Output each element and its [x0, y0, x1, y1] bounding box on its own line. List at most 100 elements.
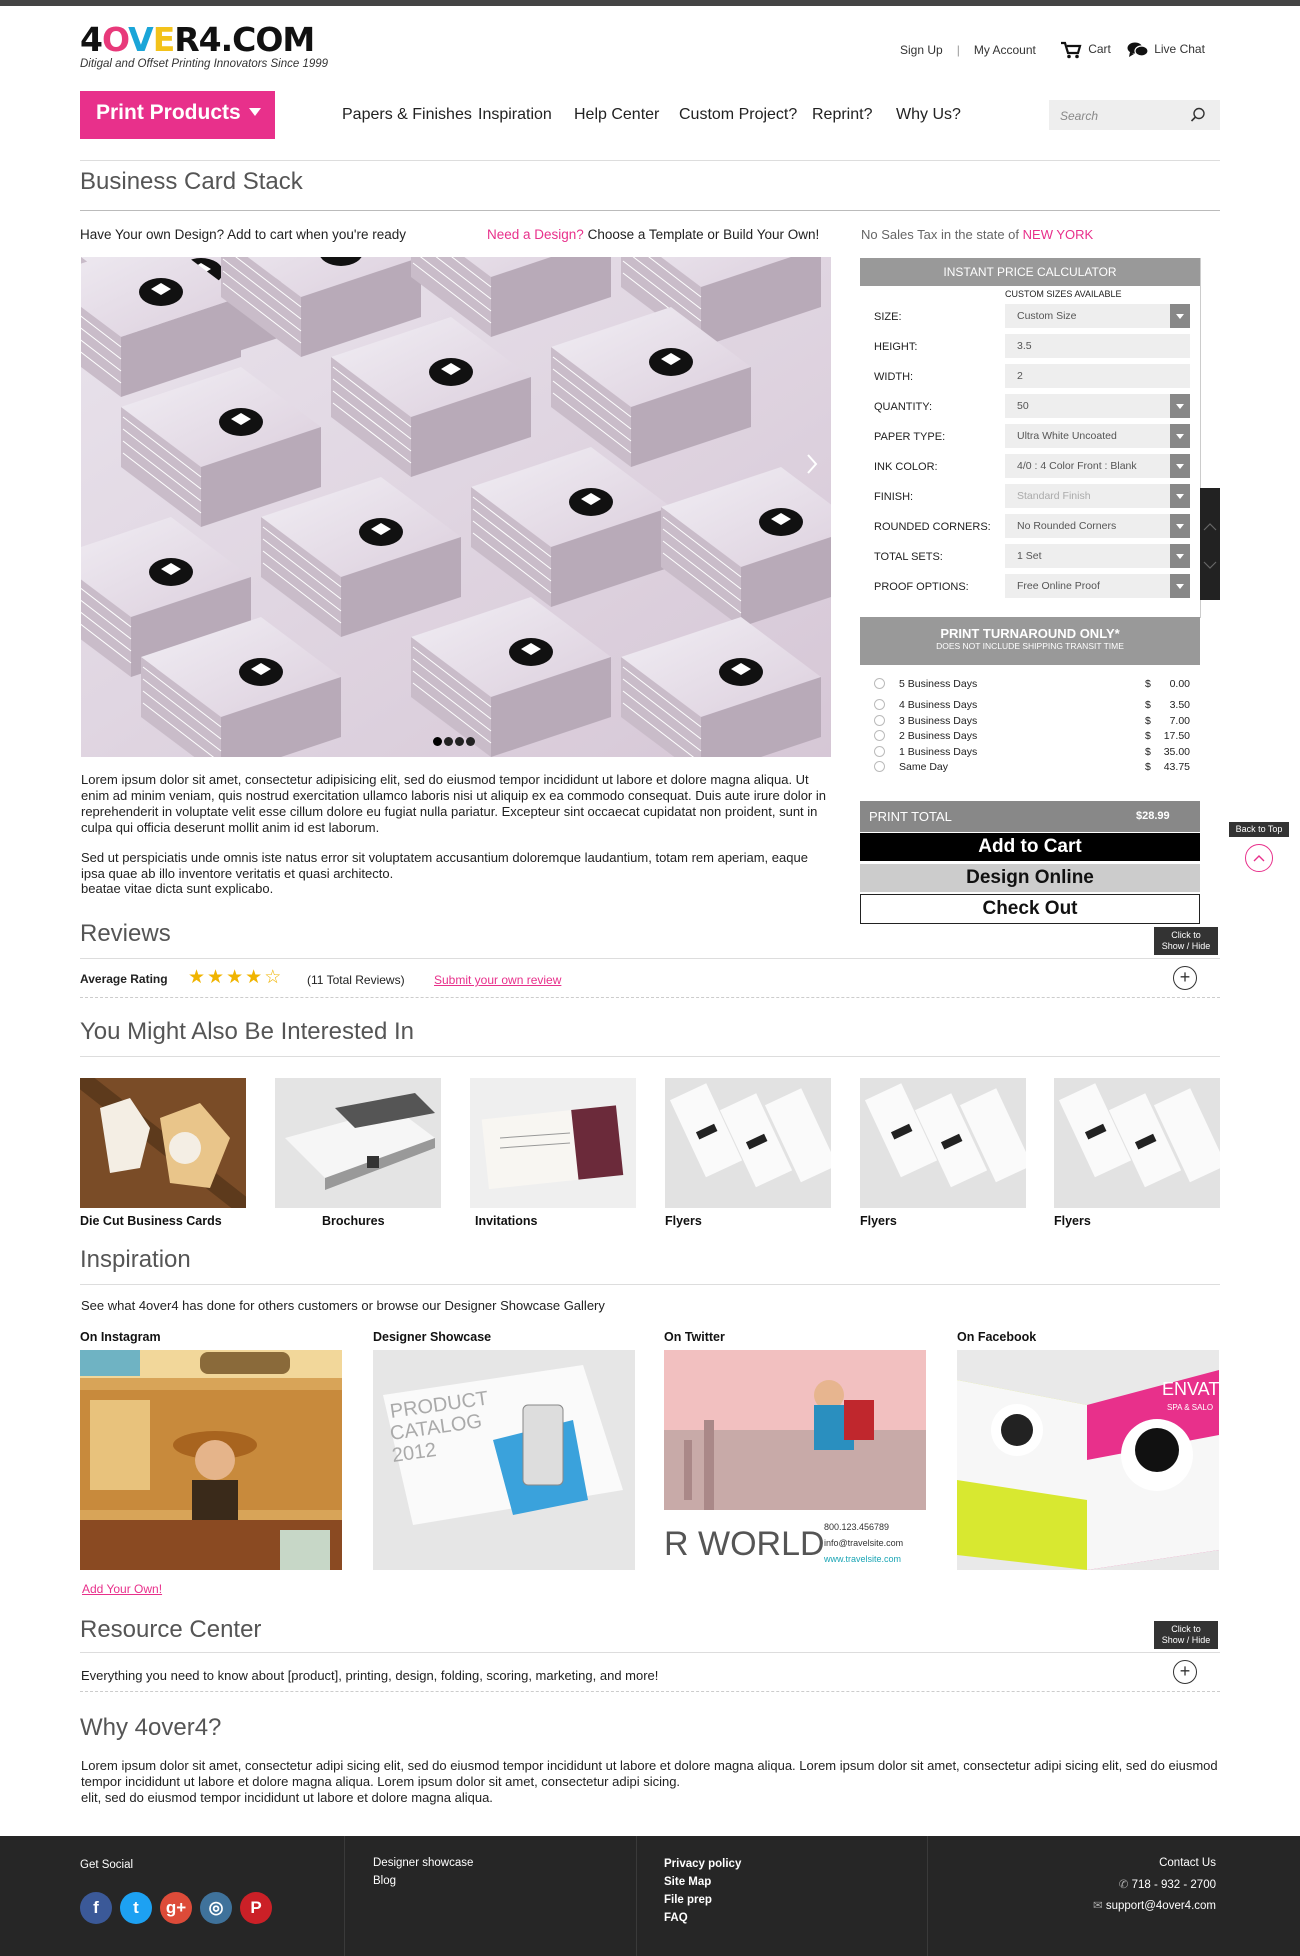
turnaround-header: PRINT TURNAROUND ONLY* DOES NOT INCLUDE … — [860, 617, 1200, 665]
slider-dot[interactable] — [433, 737, 442, 746]
twitter-image[interactable]: R WORLD 800.123.456789 info@travelsite.com… — [664, 1350, 926, 1570]
facebook-icon[interactable]: f — [80, 1892, 112, 1924]
check-out-button[interactable]: Check Out — [860, 894, 1200, 924]
nav-inspiration[interactable]: Inspiration — [478, 106, 552, 124]
calc-input[interactable]: 2 — [1005, 364, 1190, 388]
google-plus-icon[interactable]: g+ — [160, 1892, 192, 1924]
submit-review-link[interactable]: Submit your own review — [434, 973, 561, 987]
calc-field-label: SIZE: — [874, 311, 902, 323]
dropdown-arrow-icon[interactable] — [1170, 394, 1190, 418]
radio-button[interactable] — [874, 761, 885, 772]
my-account-link[interactable]: My Account — [974, 43, 1036, 57]
footer-link-blog[interactable]: Blog — [373, 1875, 473, 1887]
turnaround-option[interactable]: Same Day $43.75 — [860, 759, 1200, 777]
radio-button[interactable] — [874, 699, 885, 710]
turnaround-option[interactable]: 5 Business Days $0.00 — [860, 676, 1200, 694]
twitter-icon[interactable]: t — [120, 1892, 152, 1924]
die-cut-cards-image[interactable] — [80, 1078, 246, 1208]
resource-expand-button[interactable]: + — [1173, 1660, 1197, 1684]
signup-link[interactable]: Sign Up — [900, 43, 943, 57]
site-logo[interactable]: 4OVER4.COM Ditigal and Offset Printing I… — [80, 22, 350, 72]
flyers-image-1[interactable] — [665, 1078, 831, 1208]
dropdown-arrow-icon[interactable] — [1170, 574, 1190, 598]
calc-input[interactable]: 3.5 — [1005, 334, 1190, 358]
footer-link-file-prep[interactable]: File prep — [664, 1894, 741, 1906]
side-scroll-handle[interactable] — [1200, 488, 1220, 600]
related-label-die-cut[interactable]: Die Cut Business Cards — [80, 1214, 222, 1228]
nav-help-center[interactable]: Help Center — [574, 106, 659, 124]
print-products-button[interactable]: Print Products — [80, 91, 275, 139]
calc-select[interactable]: Custom Size — [1005, 304, 1190, 328]
calc-select[interactable]: 50 — [1005, 394, 1190, 418]
calc-select[interactable]: Standard Finish — [1005, 484, 1190, 508]
related-label-flyers-1[interactable]: Flyers — [665, 1214, 702, 1228]
calc-select[interactable]: Free Online Proof — [1005, 574, 1190, 598]
search-input[interactable]: Search — [1049, 100, 1220, 130]
related-label-flyers-2[interactable]: Flyers — [860, 1214, 897, 1228]
slider-dot[interactable] — [466, 737, 475, 746]
search-icon[interactable] — [1190, 107, 1206, 123]
phone-icon: ✆ — [1118, 1879, 1132, 1891]
design-online-button[interactable]: Design Online — [860, 864, 1200, 892]
turnaround-currency: $ — [1145, 715, 1151, 727]
dropdown-arrow-icon[interactable] — [1170, 454, 1190, 478]
dropdown-arrow-icon[interactable] — [1170, 484, 1190, 508]
live-chat-link[interactable]: Live Chat — [1127, 41, 1205, 59]
dropdown-arrow-icon[interactable] — [1170, 304, 1190, 328]
turnaround-label: 2 Business Days — [899, 730, 978, 742]
calc-select[interactable]: No Rounded Corners — [1005, 514, 1190, 538]
nav-papers-finishes[interactable]: Papers & Finishes — [342, 106, 472, 124]
facebook-image[interactable]: ENVATO SPA & SALO — [957, 1350, 1219, 1570]
cart-link[interactable]: Cart — [1060, 41, 1111, 59]
related-label-brochures[interactable]: Brochures — [322, 1214, 385, 1228]
need-design-link[interactable]: Need a Design? — [487, 227, 584, 242]
brochures-image[interactable] — [275, 1078, 441, 1208]
resource-toggle-tip: Click to Show / Hide — [1154, 1621, 1218, 1649]
calc-select[interactable]: 4/0 : 4 Color Front : Blank — [1005, 454, 1190, 478]
contact-phone[interactable]: ✆ 718 - 932 - 2700 — [1093, 1877, 1216, 1891]
slider-dot[interactable] — [444, 737, 453, 746]
footer-link-sitemap[interactable]: Site Map — [664, 1876, 741, 1888]
radio-button[interactable] — [874, 746, 885, 757]
slider-dot[interactable] — [455, 737, 464, 746]
star-icon: ☆ — [264, 967, 282, 988]
radio-button[interactable] — [874, 730, 885, 741]
instagram-image[interactable] — [80, 1350, 342, 1570]
nav-reprint[interactable]: Reprint? — [812, 106, 872, 124]
chevron-up-icon — [1253, 855, 1265, 862]
price-calculator: INSTANT PRICE CALCULATOR CUSTOM SIZES AV… — [860, 258, 1201, 618]
flyers-image-2[interactable] — [860, 1078, 1026, 1208]
radio-button[interactable] — [874, 678, 885, 689]
next-slide-icon[interactable] — [805, 453, 819, 475]
need-design-text[interactable]: Choose a Template or Build Your Own! — [588, 227, 820, 242]
related-label-invitations[interactable]: Invitations — [475, 1214, 538, 1228]
instagram-icon[interactable]: ◎ — [200, 1892, 232, 1924]
add-to-cart-button[interactable]: Add to Cart — [860, 833, 1200, 861]
dropdown-arrow-icon[interactable] — [1170, 424, 1190, 448]
calc-select[interactable]: Ultra White Uncoated — [1005, 424, 1190, 448]
back-to-top-button[interactable] — [1245, 844, 1273, 872]
cart-icon — [1060, 41, 1082, 59]
inspiration-title: Inspiration — [80, 1246, 191, 1273]
footer-link-privacy[interactable]: Privacy policy — [664, 1858, 741, 1870]
radio-button[interactable] — [874, 715, 885, 726]
flyers-image-3[interactable] — [1054, 1078, 1220, 1208]
contact-us-label: Contact Us — [1159, 1857, 1216, 1869]
calc-field-label: INK COLOR: — [874, 461, 938, 473]
dropdown-arrow-icon[interactable] — [1170, 514, 1190, 538]
reviews-expand-button[interactable]: + — [1173, 966, 1197, 990]
contact-email[interactable]: ✉ support@4over4.com — [1093, 1898, 1216, 1912]
nav-why-us[interactable]: Why Us? — [896, 106, 961, 124]
calc-select[interactable]: 1 Set — [1005, 544, 1190, 568]
related-label-flyers-3[interactable]: Flyers — [1054, 1214, 1091, 1228]
turnaround-label: 4 Business Days — [899, 699, 978, 711]
dropdown-arrow-icon[interactable] — [1170, 544, 1190, 568]
pinterest-icon[interactable]: P — [240, 1892, 272, 1924]
add-your-own-link[interactable]: Add Your Own! — [82, 1582, 162, 1596]
footer-link-designer-showcase[interactable]: Designer showcase — [373, 1857, 473, 1869]
footer-link-faq[interactable]: FAQ — [664, 1912, 741, 1924]
invitations-image[interactable] — [470, 1078, 636, 1208]
why-text-2: elit, sed do eiusmod tempor incididunt u… — [81, 1790, 493, 1805]
nav-custom-project[interactable]: Custom Project? — [679, 106, 797, 124]
designer-showcase-image[interactable]: PRODUCT CATALOG 2012 — [373, 1350, 635, 1570]
